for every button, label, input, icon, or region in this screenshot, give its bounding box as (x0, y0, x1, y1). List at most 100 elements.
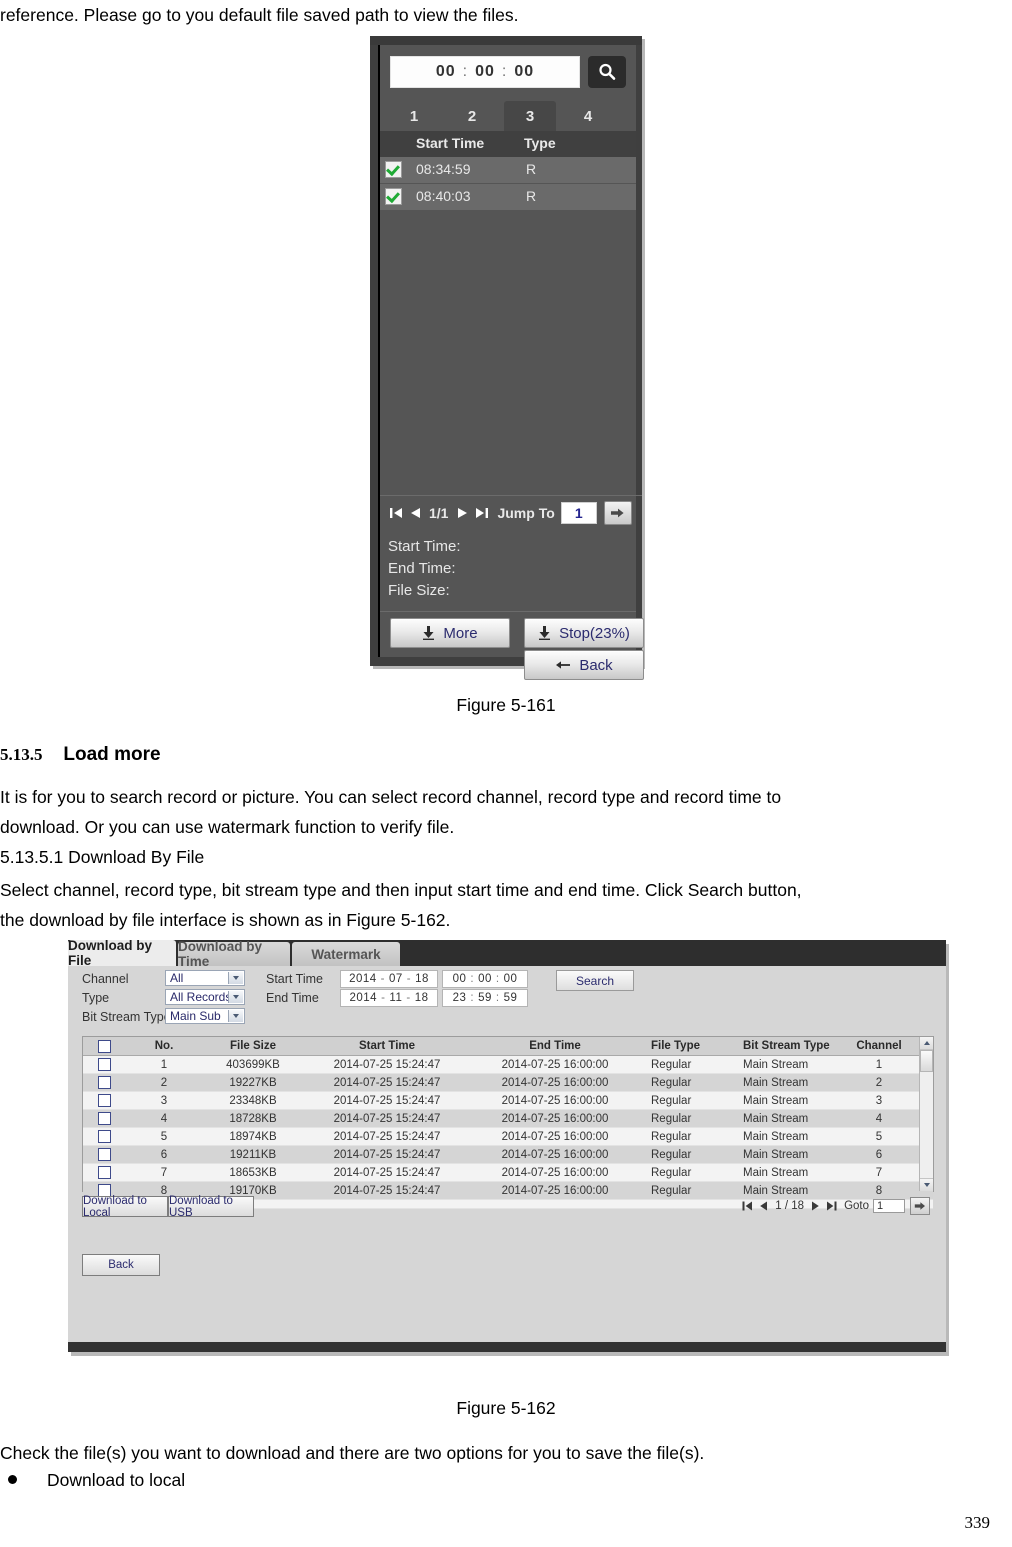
download-to-usb-button[interactable]: Download to USB (168, 1195, 254, 1219)
header-file-size: File Size (229, 1040, 277, 1052)
row-file-size: 23348KB (229, 1094, 277, 1107)
start-clock-input[interactable]: 00 : 00 : 00 (442, 970, 528, 988)
goto-button[interactable] (910, 1196, 930, 1215)
time-input[interactable]: 00 : 00 : 00 (390, 56, 580, 88)
time-sep-1: : (462, 63, 469, 80)
stop-button[interactable]: Stop(23%) (524, 618, 644, 648)
row-start-time: 2014-07-25 15:24:47 (333, 1076, 441, 1089)
table-row[interactable]: 7 18653KB 2014-07-25 15:24:47 2014-07-25… (83, 1164, 933, 1182)
row-type: R (526, 188, 537, 204)
page-indicator: 1 / 18 (775, 1199, 805, 1212)
channel-tab-1[interactable]: 1 (388, 101, 440, 131)
row-file-size: 18728KB (229, 1112, 277, 1125)
bit-stream-type-label: Bit Stream Type (82, 1010, 171, 1024)
row-start-time: 2014-07-25 15:24:47 (333, 1112, 441, 1125)
figure-5-162-caption: Figure 5-162 (456, 1398, 556, 1418)
prev-page-icon[interactable] (409, 507, 421, 519)
last-page-icon[interactable] (826, 1201, 837, 1211)
start-time-label: Start Time (266, 972, 323, 986)
table-row[interactable]: 4 18728KB 2014-07-25 15:24:47 2014-07-25… (83, 1110, 933, 1128)
row-checkbox[interactable] (83, 1164, 125, 1181)
table-row[interactable]: 2 19227KB 2014-07-25 15:24:47 2014-07-25… (83, 1074, 933, 1092)
row-no: 3 (160, 1094, 168, 1107)
last-page-icon[interactable] (475, 507, 489, 519)
start-clock-sec: 00 (503, 973, 518, 985)
tab-watermark[interactable]: Watermark (292, 942, 400, 966)
goto-input[interactable]: 1 (873, 1198, 905, 1213)
go-button[interactable] (603, 501, 632, 525)
scroll-down-icon[interactable] (920, 1178, 933, 1191)
bullet-item-label: Download to local (47, 1470, 186, 1490)
end-date-month: 11 (389, 992, 403, 1004)
channel-tab-2[interactable]: 2 (446, 101, 498, 131)
header-end-time: End Time (529, 1040, 581, 1052)
row-checkbox[interactable] (83, 1110, 125, 1127)
channel-tabs: 1 2 3 4 (380, 101, 636, 131)
end-date-year: 2014 (349, 992, 378, 1004)
search-button[interactable]: Search (556, 970, 634, 991)
row-checkbox[interactable] (83, 1074, 125, 1091)
first-page-icon[interactable] (742, 1201, 753, 1211)
start-clock-hour: 00 (452, 973, 467, 985)
row-start-time: 2014-07-25 15:24:47 (333, 1166, 441, 1179)
time-sep: : (495, 973, 500, 985)
more-button-label: More (443, 624, 478, 642)
row-no: 1 (160, 1058, 168, 1071)
time-seconds: 00 (514, 63, 535, 80)
row-checkbox[interactable] (385, 188, 402, 205)
start-date-input[interactable]: 2014 - 07 - 18 (340, 970, 438, 988)
scroll-up-icon[interactable] (920, 1037, 933, 1050)
row-end-time: 2014-07-25 16:00:00 (501, 1184, 609, 1197)
row-file-size: 403699KB (226, 1058, 280, 1071)
table-row[interactable]: 6 19211KB 2014-07-25 15:24:47 2014-07-25… (83, 1146, 933, 1164)
left-arrow-icon (555, 659, 571, 671)
back-button[interactable]: Back (524, 650, 644, 680)
row-file-size: 18974KB (229, 1130, 277, 1143)
type-select[interactable]: All Records (165, 989, 245, 1005)
table-row[interactable]: 3 23348KB 2014-07-25 15:24:47 2014-07-25… (83, 1092, 933, 1110)
search-button[interactable] (588, 56, 626, 88)
more-button[interactable]: More (390, 618, 510, 648)
select-all-checkbox[interactable] (83, 1037, 125, 1055)
back-button[interactable]: Back (82, 1254, 160, 1276)
channel-tab-4[interactable]: 4 (562, 101, 614, 131)
first-page-icon[interactable] (389, 507, 403, 519)
time-sep: : (470, 973, 475, 985)
next-page-icon[interactable] (811, 1201, 820, 1211)
channel-select[interactable]: All (165, 970, 245, 986)
back-button-label: Back (579, 656, 613, 674)
figure-5-162-download-by-file: Download by File Download by Time Waterm… (68, 938, 946, 1352)
row-checkbox[interactable] (83, 1056, 125, 1073)
row-checkbox[interactable] (385, 161, 402, 178)
row-checkbox[interactable] (83, 1092, 125, 1109)
channel-select-value: All (170, 971, 184, 985)
end-clock-sec: 59 (503, 992, 518, 1004)
next-page-icon[interactable] (457, 507, 469, 519)
date-sep: - (406, 973, 412, 985)
table-scrollbar[interactable] (919, 1037, 933, 1191)
row-end-time: 2014-07-25 16:00:00 (501, 1094, 609, 1107)
row-start-time: 2014-07-25 15:24:47 (333, 1094, 441, 1107)
jump-to-input[interactable]: 1 (560, 502, 597, 524)
row-checkbox[interactable] (83, 1128, 125, 1145)
row-checkbox[interactable] (83, 1146, 125, 1163)
table-row[interactable]: 5 18974KB 2014-07-25 15:24:47 2014-07-25… (83, 1128, 933, 1146)
scrollbar-thumb[interactable] (920, 1050, 933, 1072)
download-to-local-button[interactable]: Download to Local (82, 1195, 168, 1219)
end-time-label: End Time (266, 991, 319, 1005)
table-row[interactable]: 08:34:59 R (380, 157, 636, 183)
tab-download-by-time[interactable]: Download by Time (178, 939, 290, 969)
end-clock-input[interactable]: 23 : 59 : 59 (442, 989, 528, 1007)
unchecked-checkbox-icon (97, 1112, 111, 1125)
page-number: 339 (964, 1513, 991, 1532)
end-date-input[interactable]: 2014 - 11 - 18 (340, 989, 438, 1007)
channel-tab-3[interactable]: 3 (504, 101, 556, 131)
bit-stream-type-select[interactable]: Main Sub (165, 1008, 245, 1024)
table-row[interactable]: 1 403699KB 2014-07-25 15:24:47 2014-07-2… (83, 1056, 933, 1074)
prev-page-icon[interactable] (759, 1201, 768, 1211)
row-file-type: Regular (651, 1112, 692, 1125)
table-row[interactable]: 08:40:03 R (380, 184, 636, 210)
tab-download-by-file[interactable]: Download by File (68, 938, 176, 968)
time-sep: : (470, 992, 475, 1004)
go-arrow-icon (914, 1201, 925, 1210)
